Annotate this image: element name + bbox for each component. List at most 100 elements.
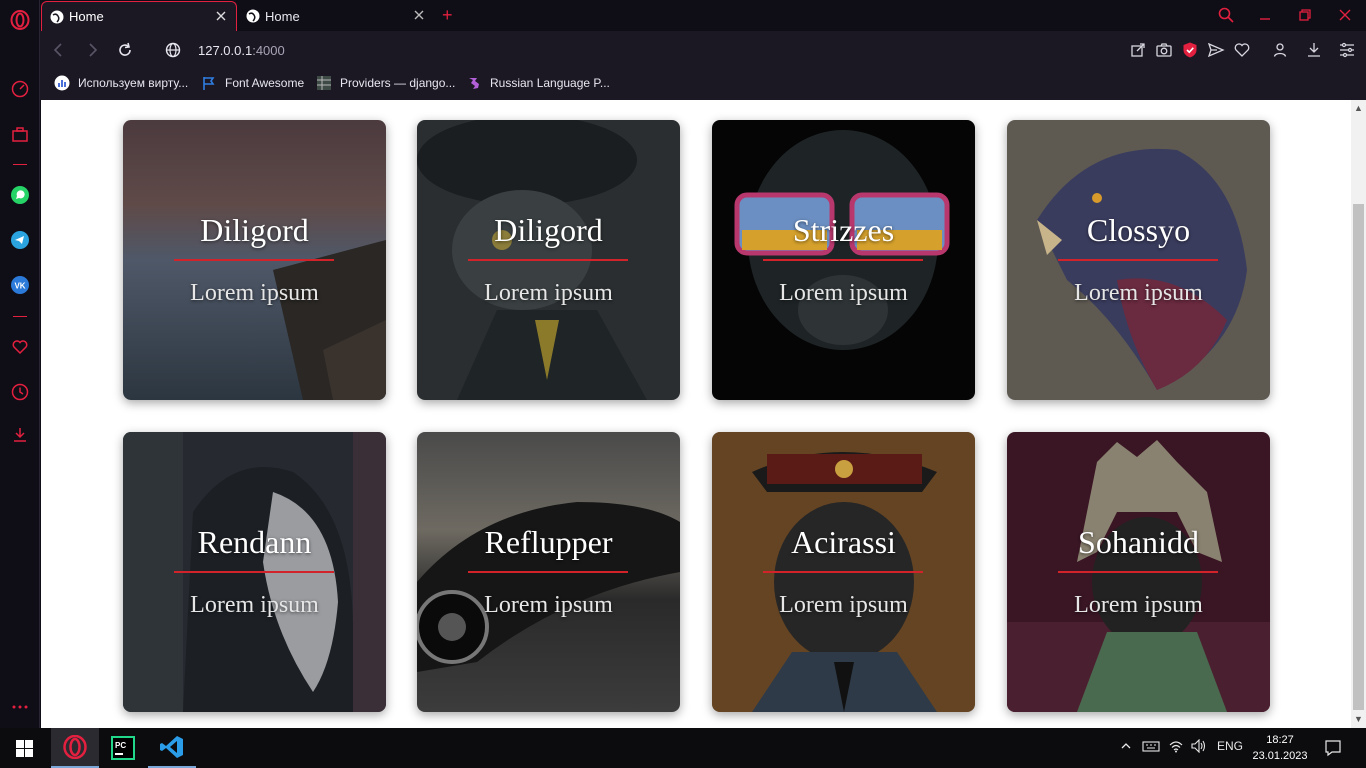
close-tab-icon[interactable] xyxy=(412,8,426,22)
language-indicator[interactable]: ENG xyxy=(1217,739,1243,753)
svg-text:VK: VK xyxy=(14,282,25,291)
card-title: Sohanidd xyxy=(1078,524,1199,560)
share-icon[interactable] xyxy=(1129,41,1147,59)
back-icon[interactable] xyxy=(50,41,68,59)
bookmark-label: Providers — django... xyxy=(340,76,456,90)
card-underline xyxy=(1058,259,1218,261)
heart-icon[interactable] xyxy=(10,337,30,357)
tab-strip: Home Home + xyxy=(40,0,1366,31)
tab-home-active[interactable]: Home xyxy=(41,1,237,31)
card-underline xyxy=(1058,571,1218,573)
card-subtitle: Lorem ipsum xyxy=(484,592,613,618)
card-subtitle: Lorem ipsum xyxy=(779,280,908,306)
speed-dial-icon[interactable] xyxy=(10,79,30,99)
card-title: Diligord xyxy=(494,212,603,248)
card-underline xyxy=(174,571,334,573)
bookmark-heart-icon[interactable] xyxy=(1233,41,1251,59)
notifications-icon[interactable] xyxy=(1324,739,1342,760)
url-field[interactable]: 127.0.0.1:4000 xyxy=(198,43,285,58)
card[interactable]: Strizzes Lorem ipsum xyxy=(712,120,975,400)
pycharm-icon[interactable]: PC xyxy=(99,728,147,768)
card[interactable]: Clossyo Lorem ipsum xyxy=(1007,120,1270,400)
clock-time: 18:27 xyxy=(1266,734,1294,746)
whatsapp-icon[interactable] xyxy=(10,185,30,205)
send-icon[interactable] xyxy=(1207,41,1225,59)
opera-icon[interactable] xyxy=(51,728,99,768)
minimize-icon[interactable] xyxy=(1254,4,1276,26)
taskbar-clock[interactable]: 18:27 23.01.2023 xyxy=(1252,732,1308,764)
clock-date: 23.01.2023 xyxy=(1252,750,1308,762)
card[interactable]: Reflupper Lorem ipsum xyxy=(417,432,680,712)
restore-icon[interactable] xyxy=(1294,4,1316,26)
windows-start-icon[interactable] xyxy=(0,728,48,768)
card[interactable]: Sohanidd Lorem ipsum xyxy=(1007,432,1270,712)
downloads-icon[interactable] xyxy=(1305,41,1323,59)
card-underline xyxy=(468,571,628,573)
globe-icon xyxy=(246,9,260,23)
bookmark-label: Font Awesome xyxy=(225,76,305,90)
workspaces-icon[interactable] xyxy=(10,125,30,145)
table-icon xyxy=(317,76,331,90)
card[interactable]: Diligord Lorem ipsum xyxy=(417,120,680,400)
forward-icon[interactable] xyxy=(83,41,101,59)
tab-label: Home xyxy=(265,8,300,24)
windows-taskbar: PC ENG 18:27 23.01.2023 xyxy=(0,728,1366,768)
tab-home[interactable]: Home xyxy=(238,1,434,31)
card-subtitle: Lorem ipsum xyxy=(190,280,319,306)
keyboard-icon[interactable] xyxy=(1142,739,1160,756)
vk-icon[interactable]: VK xyxy=(10,275,30,295)
profile-icon[interactable] xyxy=(1271,41,1289,59)
more-icon[interactable] xyxy=(10,697,30,717)
card[interactable]: Acirassi Lorem ipsum xyxy=(712,432,975,712)
bookmark-item[interactable]: Providers — django... xyxy=(316,75,455,91)
bookmark-label: Russian Language P... xyxy=(490,76,610,90)
download-icon[interactable] xyxy=(10,425,30,445)
card-title: Rendann xyxy=(197,524,312,560)
card-subtitle: Lorem ipsum xyxy=(484,280,613,306)
svg-text:PC: PC xyxy=(115,741,126,750)
card-title: Clossyo xyxy=(1086,212,1191,248)
site-info-globe-icon[interactable] xyxy=(164,41,182,59)
reload-icon[interactable] xyxy=(116,41,134,59)
browser-sidebar: VK xyxy=(0,0,40,728)
adblock-shield-icon[interactable] xyxy=(1181,41,1199,59)
page-content: Diligord Lorem ipsum Diligord Lorem ipsu… xyxy=(41,100,1351,728)
card[interactable]: Diligord Lorem ipsum xyxy=(123,120,386,400)
camera-icon[interactable] xyxy=(1155,41,1173,59)
telegram-icon[interactable] xyxy=(10,230,30,250)
card-title: Diligord xyxy=(200,212,309,248)
card-subtitle: Lorem ipsum xyxy=(1074,280,1203,306)
card-subtitle: Lorem ipsum xyxy=(779,592,908,618)
puzzle-icon xyxy=(469,78,479,89)
opera-menu-icon[interactable] xyxy=(10,10,30,30)
card-underline xyxy=(174,259,334,261)
close-window-icon[interactable] xyxy=(1334,4,1356,26)
vscode-icon[interactable] xyxy=(148,728,196,768)
page-scrollbar[interactable]: ▲ ▼ xyxy=(1351,100,1366,728)
tray-expand-icon[interactable] xyxy=(1120,739,1132,756)
volume-icon[interactable] xyxy=(1191,738,1207,756)
easy-setup-icon[interactable] xyxy=(1338,41,1356,59)
wifi-icon[interactable] xyxy=(1168,739,1184,756)
bookmark-item[interactable]: Используем вирту... xyxy=(54,75,188,91)
globe-icon xyxy=(50,10,64,23)
card-title: Reflupper xyxy=(484,524,613,560)
bookmark-item[interactable]: Font Awesome xyxy=(201,75,304,91)
chart-icon xyxy=(54,75,70,91)
new-tab-icon[interactable]: + xyxy=(442,5,453,26)
history-icon[interactable] xyxy=(10,382,30,402)
scrollbar-thumb[interactable] xyxy=(1353,204,1364,710)
bookmark-item[interactable]: Russian Language P... xyxy=(466,75,610,91)
card-subtitle: Lorem ipsum xyxy=(190,592,319,618)
scroll-up-icon[interactable]: ▲ xyxy=(1354,104,1363,113)
card-subtitle: Lorem ipsum xyxy=(1074,592,1203,618)
search-tabs-icon[interactable] xyxy=(1215,4,1237,26)
scroll-down-icon[interactable]: ▼ xyxy=(1354,715,1363,724)
url-host: 127.0.0.1 xyxy=(198,43,253,58)
card[interactable]: Rendann Lorem ipsum xyxy=(123,432,386,712)
card-title: Strizzes xyxy=(792,212,895,248)
close-tab-icon[interactable] xyxy=(214,9,228,23)
bookmark-label: Используем вирту... xyxy=(78,76,189,90)
url-port: :4000 xyxy=(252,43,285,58)
flag-icon xyxy=(203,77,215,90)
